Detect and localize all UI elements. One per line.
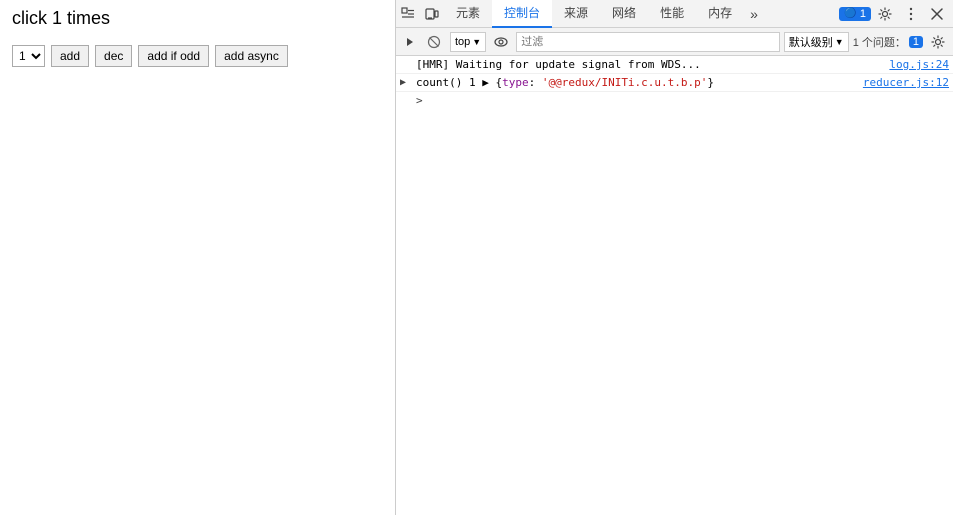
console-line-source[interactable]: log.js:24 xyxy=(881,58,949,71)
error-icon: 🔵 xyxy=(844,8,856,19)
devtools-tabs-bar: 元素 控制台 来源 网络 性能 内存 » 🔵 1 xyxy=(396,0,953,28)
context-arrow-icon: ▼ xyxy=(472,37,481,47)
console-content: [HMR] Waiting for update signal from WDS… xyxy=(396,56,953,515)
dec-button[interactable]: dec xyxy=(95,45,132,67)
console-clear-icon[interactable] xyxy=(422,30,446,54)
tab-sources[interactable]: 来源 xyxy=(552,0,600,28)
devtools-toolbar-right: 🔵 1 xyxy=(839,2,953,26)
more-tabs-button[interactable]: » xyxy=(744,6,764,22)
console-settings-icon[interactable] xyxy=(927,32,949,52)
log-level-arrow-icon: ▼ xyxy=(835,37,844,47)
devtools-more-icon[interactable] xyxy=(899,2,923,26)
counter-select[interactable]: 1 2 3 xyxy=(12,45,45,67)
console-line: ▶ count() 1 ▶ {type: '@@redux/INITi.c.u.… xyxy=(396,74,953,92)
issue-badge: 1 个问题： 1 xyxy=(853,34,923,50)
error-badge: 🔵 1 xyxy=(839,7,871,21)
console-line-source[interactable]: reducer.js:12 xyxy=(855,76,949,89)
tab-elements[interactable]: 元素 xyxy=(444,0,492,28)
console-toolbar: top ▼ 默认级别 ▼ 1 个问题： 1 xyxy=(396,28,953,56)
expand-icon[interactable]: ▶ xyxy=(400,77,406,88)
controls-row: 1 2 3 add dec add if odd add async xyxy=(12,45,383,67)
device-toolbar-icon[interactable] xyxy=(420,2,444,26)
filter-input[interactable] xyxy=(516,32,780,52)
issue-prefix: 1 个问题： xyxy=(853,34,906,50)
click-times-heading: click 1 times xyxy=(12,8,383,29)
console-line-text: count() 1 ▶ {type: '@@redux/INITi.c.u.t.… xyxy=(416,76,855,89)
context-label: top xyxy=(455,36,470,48)
custom-formatters-icon[interactable] xyxy=(490,32,512,52)
tab-network[interactable]: 网络 xyxy=(600,0,648,28)
closing-brace-text: } xyxy=(707,76,714,89)
console-prompt-caret[interactable]: > xyxy=(416,94,423,107)
devtools-panel: 元素 控制台 来源 网络 性能 内存 » 🔵 1 xyxy=(395,0,953,515)
add-async-button[interactable]: add async xyxy=(215,45,288,67)
tab-performance[interactable]: 性能 xyxy=(648,0,696,28)
tab-memory[interactable]: 内存 xyxy=(696,0,744,28)
console-count-text: count() 1 ▶ { xyxy=(416,76,502,89)
inspect-element-icon[interactable] xyxy=(396,2,420,26)
console-back-icon[interactable] xyxy=(400,30,418,54)
tab-console[interactable]: 控制台 xyxy=(492,0,552,28)
log-level-label: 默认级别 xyxy=(789,34,833,50)
context-select[interactable]: top ▼ xyxy=(450,32,486,52)
console-line: [HMR] Waiting for update signal from WDS… xyxy=(396,56,953,74)
add-if-odd-button[interactable]: add if odd xyxy=(138,45,209,67)
add-button[interactable]: add xyxy=(51,45,89,67)
devtools-settings-icon[interactable] xyxy=(873,2,897,26)
console-line-text: [HMR] Waiting for update signal from WDS… xyxy=(416,58,881,71)
devtools-close-icon[interactable] xyxy=(925,2,949,26)
object-key-text: type xyxy=(502,76,529,89)
issue-count: 1 xyxy=(909,36,923,48)
log-level-select[interactable]: 默认级别 ▼ xyxy=(784,32,849,52)
left-panel: click 1 times 1 2 3 add dec add if odd a… xyxy=(0,0,395,515)
error-count: 1 xyxy=(860,8,866,20)
colon-text: : xyxy=(529,76,542,89)
redux-init-text: '@@redux/INITi.c.u.t.b.p' xyxy=(542,76,708,89)
console-prompt-line[interactable]: > xyxy=(396,92,953,109)
